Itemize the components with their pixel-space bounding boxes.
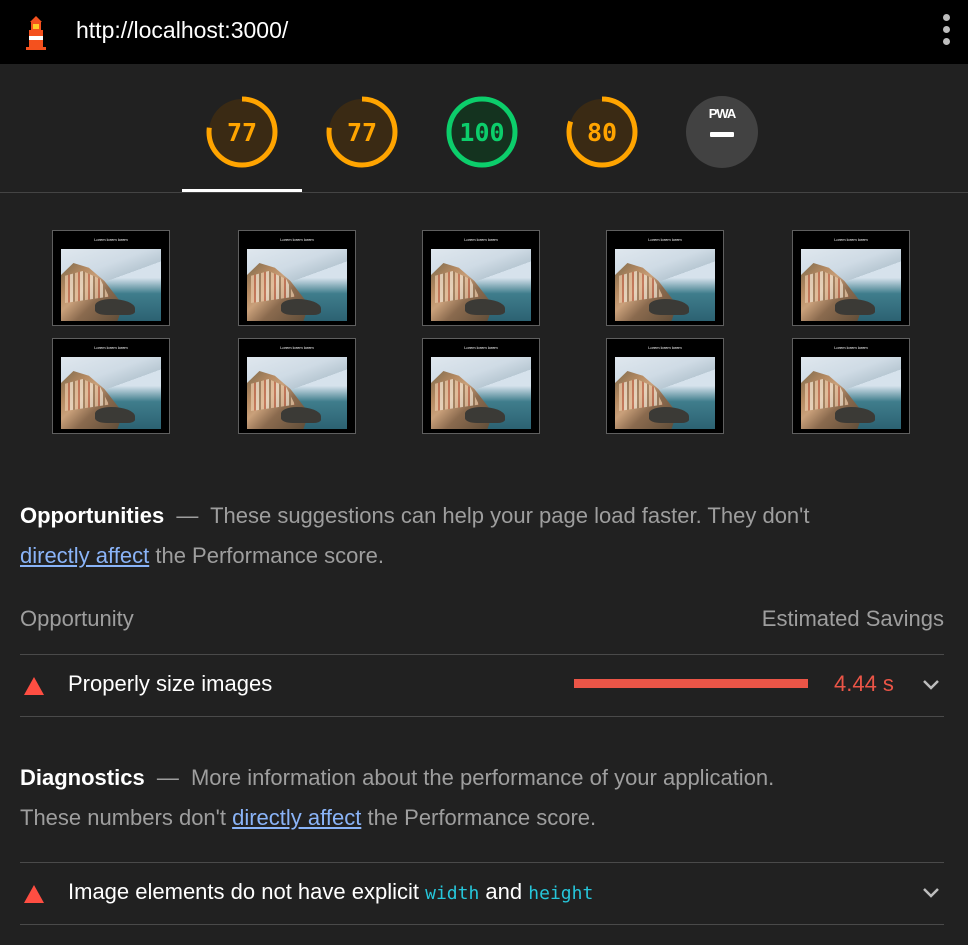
- gauge-score: 100: [459, 117, 505, 147]
- page-url: http://localhost:3000/: [76, 17, 289, 43]
- lighthouse-icon: [26, 16, 46, 50]
- audit-label-text: Image elements do not have explicit: [68, 879, 419, 904]
- opportunities-title: Opportunities: [20, 503, 165, 528]
- frame-photo: [247, 357, 347, 429]
- frame-photo: [431, 249, 531, 321]
- filmstrip-frame: Lorem lorem lorem: [606, 338, 724, 434]
- frame-title: Lorem lorem lorem: [464, 345, 498, 350]
- pwa-label: PWA: [708, 106, 737, 121]
- diagnostics-title: Diagnostics: [20, 765, 145, 790]
- chevron-down-icon[interactable]: [920, 673, 942, 695]
- diagnostics-dash: —: [156, 765, 179, 790]
- diagnostics-header: Diagnostics — More information about the…: [20, 758, 920, 838]
- gauge-best-practices[interactable]: 100: [444, 94, 520, 170]
- fail-triangle-icon: [24, 677, 44, 695]
- opportunities-description: These suggestions can help your page loa…: [210, 503, 810, 528]
- filmstrip-frame: Lorem lorem lorem: [422, 338, 540, 434]
- opportunities-dash: —: [176, 503, 199, 528]
- gauge-score: 80: [586, 117, 618, 147]
- filmstrip-frame: Lorem lorem lorem: [238, 230, 356, 326]
- top-bar: http://localhost:3000/: [0, 0, 968, 64]
- filmstrip-frame: Lorem lorem lorem: [792, 338, 910, 434]
- frame-title: Lorem lorem lorem: [280, 345, 314, 350]
- frame-title: Lorem lorem lorem: [834, 237, 868, 242]
- savings-bar: [574, 679, 808, 688]
- divider: [20, 716, 944, 717]
- frame-title: Lorem lorem lorem: [648, 345, 682, 350]
- filmstrip-frame: Lorem lorem lorem: [422, 230, 540, 326]
- savings-column-header: Estimated Savings: [761, 606, 944, 631]
- filmstrip-frame: Lorem lorem lorem: [606, 230, 724, 326]
- gauge-accessibility[interactable]: 77: [324, 94, 400, 170]
- frame-photo: [61, 357, 161, 429]
- opportunities-description-end: the Performance score.: [155, 543, 385, 568]
- filmstrip-frame: Lorem lorem lorem: [238, 338, 356, 434]
- divider: [20, 924, 944, 925]
- savings-value: 4.44 s: [834, 671, 894, 696]
- chevron-down-icon[interactable]: [920, 881, 942, 903]
- audit-label: Image elements do not have explicit widt…: [68, 879, 593, 905]
- score-gauges: 77 77 100 80 PWA: [0, 64, 968, 192]
- frame-title: Lorem lorem lorem: [464, 237, 498, 242]
- more-vert-icon[interactable]: [936, 14, 956, 50]
- gauge-score: 77: [226, 117, 258, 147]
- frame-photo: [801, 249, 901, 321]
- frame-title: Lorem lorem lorem: [94, 237, 128, 242]
- audit-unsized-images[interactable]: Image elements do not have explicit widt…: [20, 863, 944, 923]
- audit-label: Properly size images: [68, 671, 273, 696]
- diagnostics-description-end: the Performance score.: [367, 805, 597, 830]
- filmstrip-frame: Lorem lorem lorem: [792, 230, 910, 326]
- frame-photo: [615, 249, 715, 321]
- diagnostics-description: More information about the performance o…: [190, 765, 775, 790]
- gauge-performance[interactable]: 77: [204, 94, 280, 170]
- frame-title: Lorem lorem lorem: [280, 237, 314, 242]
- audit-code-width: width: [425, 883, 480, 904]
- frame-photo: [247, 249, 347, 321]
- filmstrip-frame: Lorem lorem lorem: [52, 338, 170, 434]
- directly-affect-link[interactable]: directly affect: [232, 805, 361, 830]
- opportunities-header: Opportunities — These suggestions can he…: [20, 496, 920, 576]
- frame-photo: [61, 249, 161, 321]
- gauge-seo[interactable]: 80: [564, 94, 640, 170]
- frame-photo: [615, 357, 715, 429]
- frame-title: Lorem lorem lorem: [648, 237, 682, 242]
- gauge-pwa[interactable]: PWA: [684, 94, 760, 170]
- gauge-score: 77: [346, 117, 378, 147]
- opportunity-column-header: Opportunity: [20, 606, 134, 631]
- diagnostics-description2: These numbers don't: [20, 805, 226, 830]
- audit-properly-size-images[interactable]: Properly size images 4.44 s: [20, 655, 944, 715]
- filmstrip-frame: Lorem lorem lorem: [52, 230, 170, 326]
- directly-affect-link[interactable]: directly affect: [20, 543, 149, 568]
- frame-title: Lorem lorem lorem: [94, 345, 128, 350]
- pwa-dash-icon: [710, 132, 734, 137]
- frame-photo: [431, 357, 531, 429]
- audit-code-height: height: [528, 883, 594, 904]
- audit-label-and: and: [485, 879, 523, 904]
- frame-title: Lorem lorem lorem: [834, 345, 868, 350]
- frame-photo: [801, 357, 901, 429]
- divider: [0, 192, 968, 193]
- fail-triangle-icon: [24, 885, 44, 903]
